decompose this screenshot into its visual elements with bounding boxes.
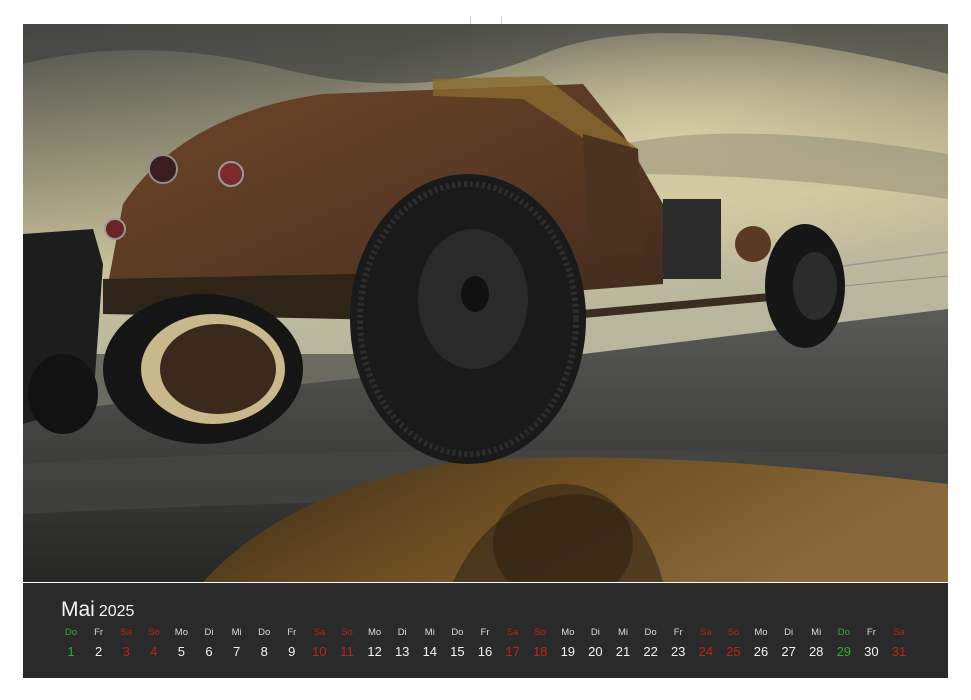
weekday-label: Mo — [367, 627, 382, 638]
day-cell: Mo 26 — [748, 627, 774, 660]
weekday-label: Di — [784, 627, 794, 638]
day-number: 10 — [312, 644, 327, 659]
weekday-label: Do — [64, 627, 78, 638]
year-label: 2025 — [98, 603, 135, 620]
day-cell: Sa 3 — [113, 627, 139, 660]
day-cell: So 25 — [720, 627, 746, 660]
weekday-label: Sa — [699, 627, 712, 638]
day-number: 28 — [808, 644, 824, 659]
day-number: 5 — [177, 644, 185, 659]
day-number: 26 — [753, 644, 769, 659]
day-number: 22 — [643, 644, 658, 659]
weekday-label: Do — [258, 627, 271, 638]
month-name: Mai — [61, 598, 95, 621]
weekday-label: Mi — [617, 627, 629, 638]
day-cell: Sa 17 — [500, 627, 526, 660]
day-number: 6 — [205, 644, 213, 659]
day-number: 1 — [67, 644, 75, 659]
day-cell: Mi 21 — [610, 627, 636, 660]
day-number: 24 — [698, 644, 714, 659]
day-number: 17 — [505, 644, 520, 659]
day-number: 12 — [367, 644, 382, 659]
day-cell: Mo 12 — [362, 627, 388, 660]
weekday-label: Di — [397, 627, 407, 638]
weekday-label: Mo — [174, 627, 188, 638]
day-number: 3 — [122, 644, 130, 659]
day-number: 11 — [340, 644, 354, 659]
weekday-label: Mi — [231, 627, 242, 638]
day-number: 31 — [891, 644, 907, 659]
weekday-label: Fr — [94, 627, 104, 638]
weekday-label: Do — [451, 627, 464, 638]
day-number: 4 — [150, 644, 158, 659]
calendar-photo — [23, 24, 948, 582]
day-cell: Di 13 — [389, 627, 415, 660]
weekday-label: So — [534, 627, 546, 638]
day-number: 20 — [588, 644, 603, 659]
weekday-label: Fr — [866, 627, 876, 638]
weekday-label: Do — [644, 627, 657, 638]
day-number: 30 — [864, 644, 879, 659]
day-cell: Do 15 — [444, 627, 470, 660]
weekday-label: Sa — [120, 627, 132, 638]
day-cell: Mo 19 — [555, 627, 581, 660]
day-number: 16 — [477, 644, 493, 659]
month-title: Mai 2025 — [61, 598, 134, 622]
day-cell: Sa 31 — [886, 627, 912, 660]
day-cell: Fr 16 — [472, 627, 498, 660]
weekday-label: Di — [204, 627, 214, 638]
day-number: 7 — [232, 644, 241, 659]
day-cell: Mi 7 — [224, 627, 250, 660]
day-cell: Mi 14 — [417, 627, 443, 660]
weekday-label: Mi — [424, 627, 435, 638]
day-cell: Di 27 — [776, 627, 802, 660]
day-cell: Fr 2 — [86, 627, 112, 660]
day-number: 21 — [615, 644, 631, 659]
day-cell: Do 1 — [58, 627, 84, 660]
day-cell: Fr 30 — [858, 627, 884, 660]
day-cell: So 11 — [334, 627, 360, 660]
day-cell: Fr 9 — [279, 627, 305, 660]
day-cell: Do 22 — [638, 627, 664, 660]
day-number: 14 — [422, 644, 438, 659]
day-cell: Do 8 — [251, 627, 277, 660]
weekday-label: Fr — [287, 627, 297, 638]
day-number: 29 — [836, 644, 852, 659]
day-number: 27 — [781, 644, 796, 659]
day-cell: So 4 — [141, 627, 167, 660]
weekday-label: Mo — [754, 627, 768, 638]
weekday-label: Fr — [480, 627, 490, 638]
day-number: 23 — [670, 644, 686, 659]
day-number: 15 — [450, 644, 465, 659]
weekday-label: Mo — [561, 627, 575, 638]
day-number: 13 — [394, 644, 410, 659]
day-number: 19 — [560, 644, 576, 659]
day-number: 9 — [288, 644, 296, 659]
day-number: 25 — [726, 644, 741, 659]
weekday-label: Mi — [811, 627, 822, 638]
day-number: 8 — [260, 644, 268, 659]
weekday-label: Sa — [893, 627, 905, 638]
weekday-label: So — [341, 627, 353, 638]
calendar-strip: Mai 2025 Do 1 Fr 2 Sa 3 So 4 Mo 5 Di 6 Mi 7 Do 8 Fr 9 Sa 10 S… — [23, 583, 948, 678]
weekday-label: Sa — [313, 627, 326, 638]
day-cell: Fr 23 — [665, 627, 691, 660]
day-cell: Di 20 — [582, 627, 608, 660]
day-cell: Do 29 — [831, 627, 857, 660]
weekday-label: Di — [590, 627, 600, 638]
weekday-label: So — [727, 627, 740, 638]
weekday-label: Do — [837, 627, 850, 638]
day-number: 18 — [532, 644, 548, 659]
day-cell: Sa 24 — [693, 627, 719, 660]
weekday-label: So — [147, 627, 160, 638]
day-cell: Di 6 — [196, 627, 222, 660]
day-cell: Mi 28 — [803, 627, 829, 660]
day-grid: Do 1 Fr 2 Sa 3 So 4 Mo 5 Di 6 Mi 7 Do 8 Fr 9 Sa 10 So 11 Mo 12 D… — [58, 627, 943, 667]
weekday-label: Sa — [506, 627, 519, 638]
day-cell: Mo 5 — [168, 627, 194, 660]
day-cell: So 18 — [527, 627, 553, 660]
day-cell: Sa 10 — [306, 627, 332, 660]
weekday-label: Fr — [673, 627, 683, 638]
day-number: 2 — [94, 644, 103, 659]
